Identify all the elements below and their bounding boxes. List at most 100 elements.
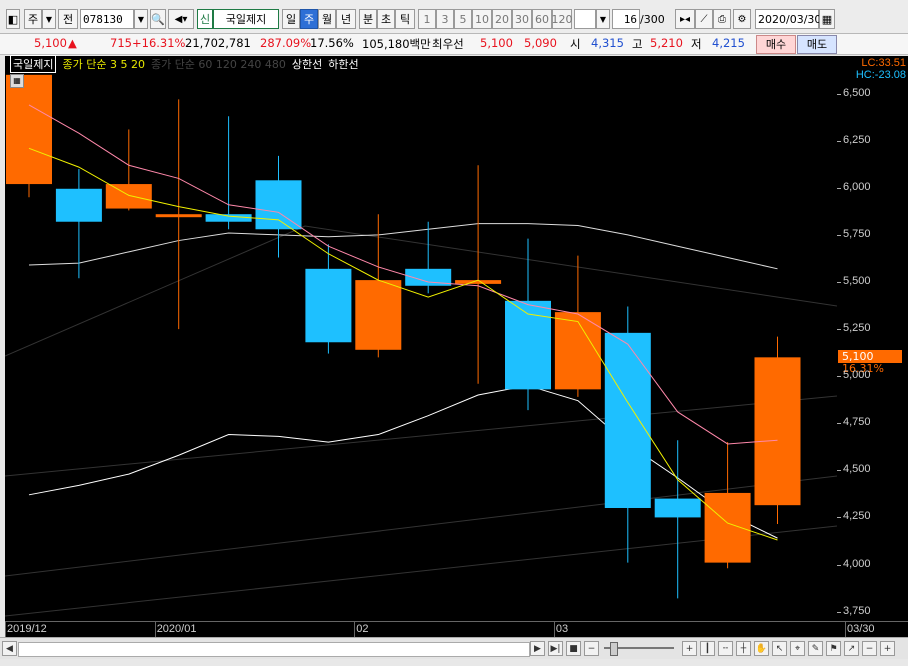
candle-up[interactable] [105,184,152,209]
period-minute[interactable]: 분 [359,9,377,29]
period-month[interactable]: 월 [318,9,336,29]
date-input[interactable]: 2020/03/30 [755,9,821,29]
period-tick[interactable]: 틱 [395,9,415,29]
date-tick [354,622,356,637]
compress-icon[interactable]: ▸◂ [675,9,695,29]
interval-5[interactable]: 5 [454,9,472,29]
high-price: 5,210 [650,36,683,50]
candle-type-icon[interactable]: ┃ [700,641,715,656]
volume-ratio: 287.09% [260,36,312,50]
price-tick [837,470,841,472]
date-tick [154,622,156,637]
select-icon[interactable]: ⌖ [790,641,805,656]
interval-3[interactable]: 3 [436,9,454,29]
price-tick-label: 6,500 [843,86,871,99]
legend-stock-name[interactable]: 국일제지 [10,55,57,73]
arrow-icon[interactable]: ↗ [844,641,859,656]
candlestick-chart[interactable] [4,56,838,621]
candle-down[interactable] [55,188,102,222]
pen-icon[interactable]: ✎ [808,641,823,656]
zoom-out-icon[interactable]: − [584,641,599,656]
price-tick-label: 4,500 [843,463,871,476]
chart-area[interactable] [4,56,838,621]
legend-limit-down[interactable]: 하한선 [328,56,358,72]
period-year[interactable]: 년 [336,9,356,29]
settings-icon[interactable]: ⚙ [733,9,751,29]
candle-down[interactable] [205,214,252,222]
price-tick-label: 5,500 [843,275,871,287]
menu-icon[interactable]: ◧ [6,9,20,29]
hand-icon[interactable]: ✋ [754,641,769,656]
background-trend-line [4,225,838,357]
scroll-left-icon[interactable]: ◀ [2,641,17,656]
price-tick [837,140,841,142]
calendar-icon[interactable]: ▦ [819,9,835,29]
plus-icon[interactable]: + [880,641,895,656]
candle-down[interactable] [305,268,352,343]
turnover: 17.56% [310,36,354,50]
price-tick [837,611,841,613]
interval-30[interactable]: 30 [512,9,532,29]
cursor-icon[interactable]: ↖ [772,641,787,656]
volume: 21,702,781 [185,36,251,50]
interval-20[interactable]: 20 [492,9,512,29]
chevron-down-icon[interactable]: ▼ [42,9,56,29]
chart-scrollbar[interactable]: ◀ ▶ ▶| ■ − + ┃ ╌ ┼ ✋ ↖ ⌖ ✎ ⚑ ↗ − + [0,637,908,659]
price-tick [837,234,841,236]
quote-bar: 5,100 ▲ 715 +16.31% 21,702,781 287.09% 1… [0,34,908,55]
interval-60[interactable]: 60 [532,9,552,29]
sell-button[interactable]: 매도 [797,35,837,54]
interval-120[interactable]: 120 [552,9,573,29]
candle-up[interactable] [155,214,202,218]
zoom-in-icon[interactable]: + [682,641,697,656]
scroll-right-icon[interactable]: ▶ [530,641,545,656]
scroll-end-icon[interactable]: ▶| [548,641,563,656]
code-dropdown-icon[interactable]: ▼ [134,9,148,29]
price-tick-label: 4,000 [843,557,871,570]
bid-price: 5,090 [524,36,557,50]
low-label: 저 [691,37,702,51]
legend-limit-up[interactable]: 상한선 [292,56,322,72]
candle-up[interactable] [704,492,751,563]
grid-icon[interactable]: ┼ [736,641,751,656]
print-icon[interactable]: ⎙ [713,9,731,29]
price-tick [837,423,841,425]
prev-button[interactable]: 전 [58,9,78,29]
marker-icon[interactable]: ⚑ [826,641,841,656]
chart-legend: 국일제지 종가 단순 3 5 20 종가 단순 60 120 240 480 상… [10,55,359,73]
interval-10[interactable]: 10 [472,9,492,29]
scroll-track[interactable] [18,642,530,657]
period-week[interactable]: 주 [300,9,318,29]
candle-up[interactable] [6,74,52,185]
price-tick-label: 5,250 [843,322,871,335]
legend-ma-short[interactable]: 종가 단순 3 5 20 [62,56,144,72]
market-type-select[interactable]: 주 [24,9,42,29]
line-type-icon[interactable]: ╌ [718,641,733,656]
candle-up[interactable] [754,357,801,506]
minus-icon[interactable]: − [862,641,877,656]
date-tick [5,622,6,637]
table-icon[interactable]: ▦ [10,74,24,88]
price-tick [837,187,841,189]
candle-down[interactable] [255,180,302,230]
up-arrow-icon: ▲ [68,36,77,50]
buy-button[interactable]: 매수 [756,35,796,54]
interval-1[interactable]: 1 [418,9,436,29]
candle-down[interactable] [654,498,701,518]
period-day[interactable]: 일 [282,9,300,29]
count-input[interactable]: 16 [612,9,640,29]
scroll-stop-icon[interactable]: ■ [566,641,581,656]
candle-up[interactable] [355,280,402,350]
sound-icon[interactable]: ◀▾ [168,9,194,29]
zoom-slider-thumb[interactable] [610,642,618,656]
interval-dropdown-icon[interactable]: ▼ [596,9,610,29]
custom-interval-input[interactable] [574,9,596,29]
period-second[interactable]: 초 [377,9,395,29]
candle-down[interactable] [604,332,651,508]
chart-tools-icon[interactable]: ⟋ [695,9,713,29]
stock-name-field[interactable]: 국일제지 [213,9,279,29]
stock-code-input[interactable]: 078130 [80,9,134,29]
legend-ma-long[interactable]: 종가 단순 60 120 240 480 [151,56,286,72]
search-icon[interactable]: 🔍 [150,9,166,29]
price-tick-label: 3,750 [843,604,871,617]
